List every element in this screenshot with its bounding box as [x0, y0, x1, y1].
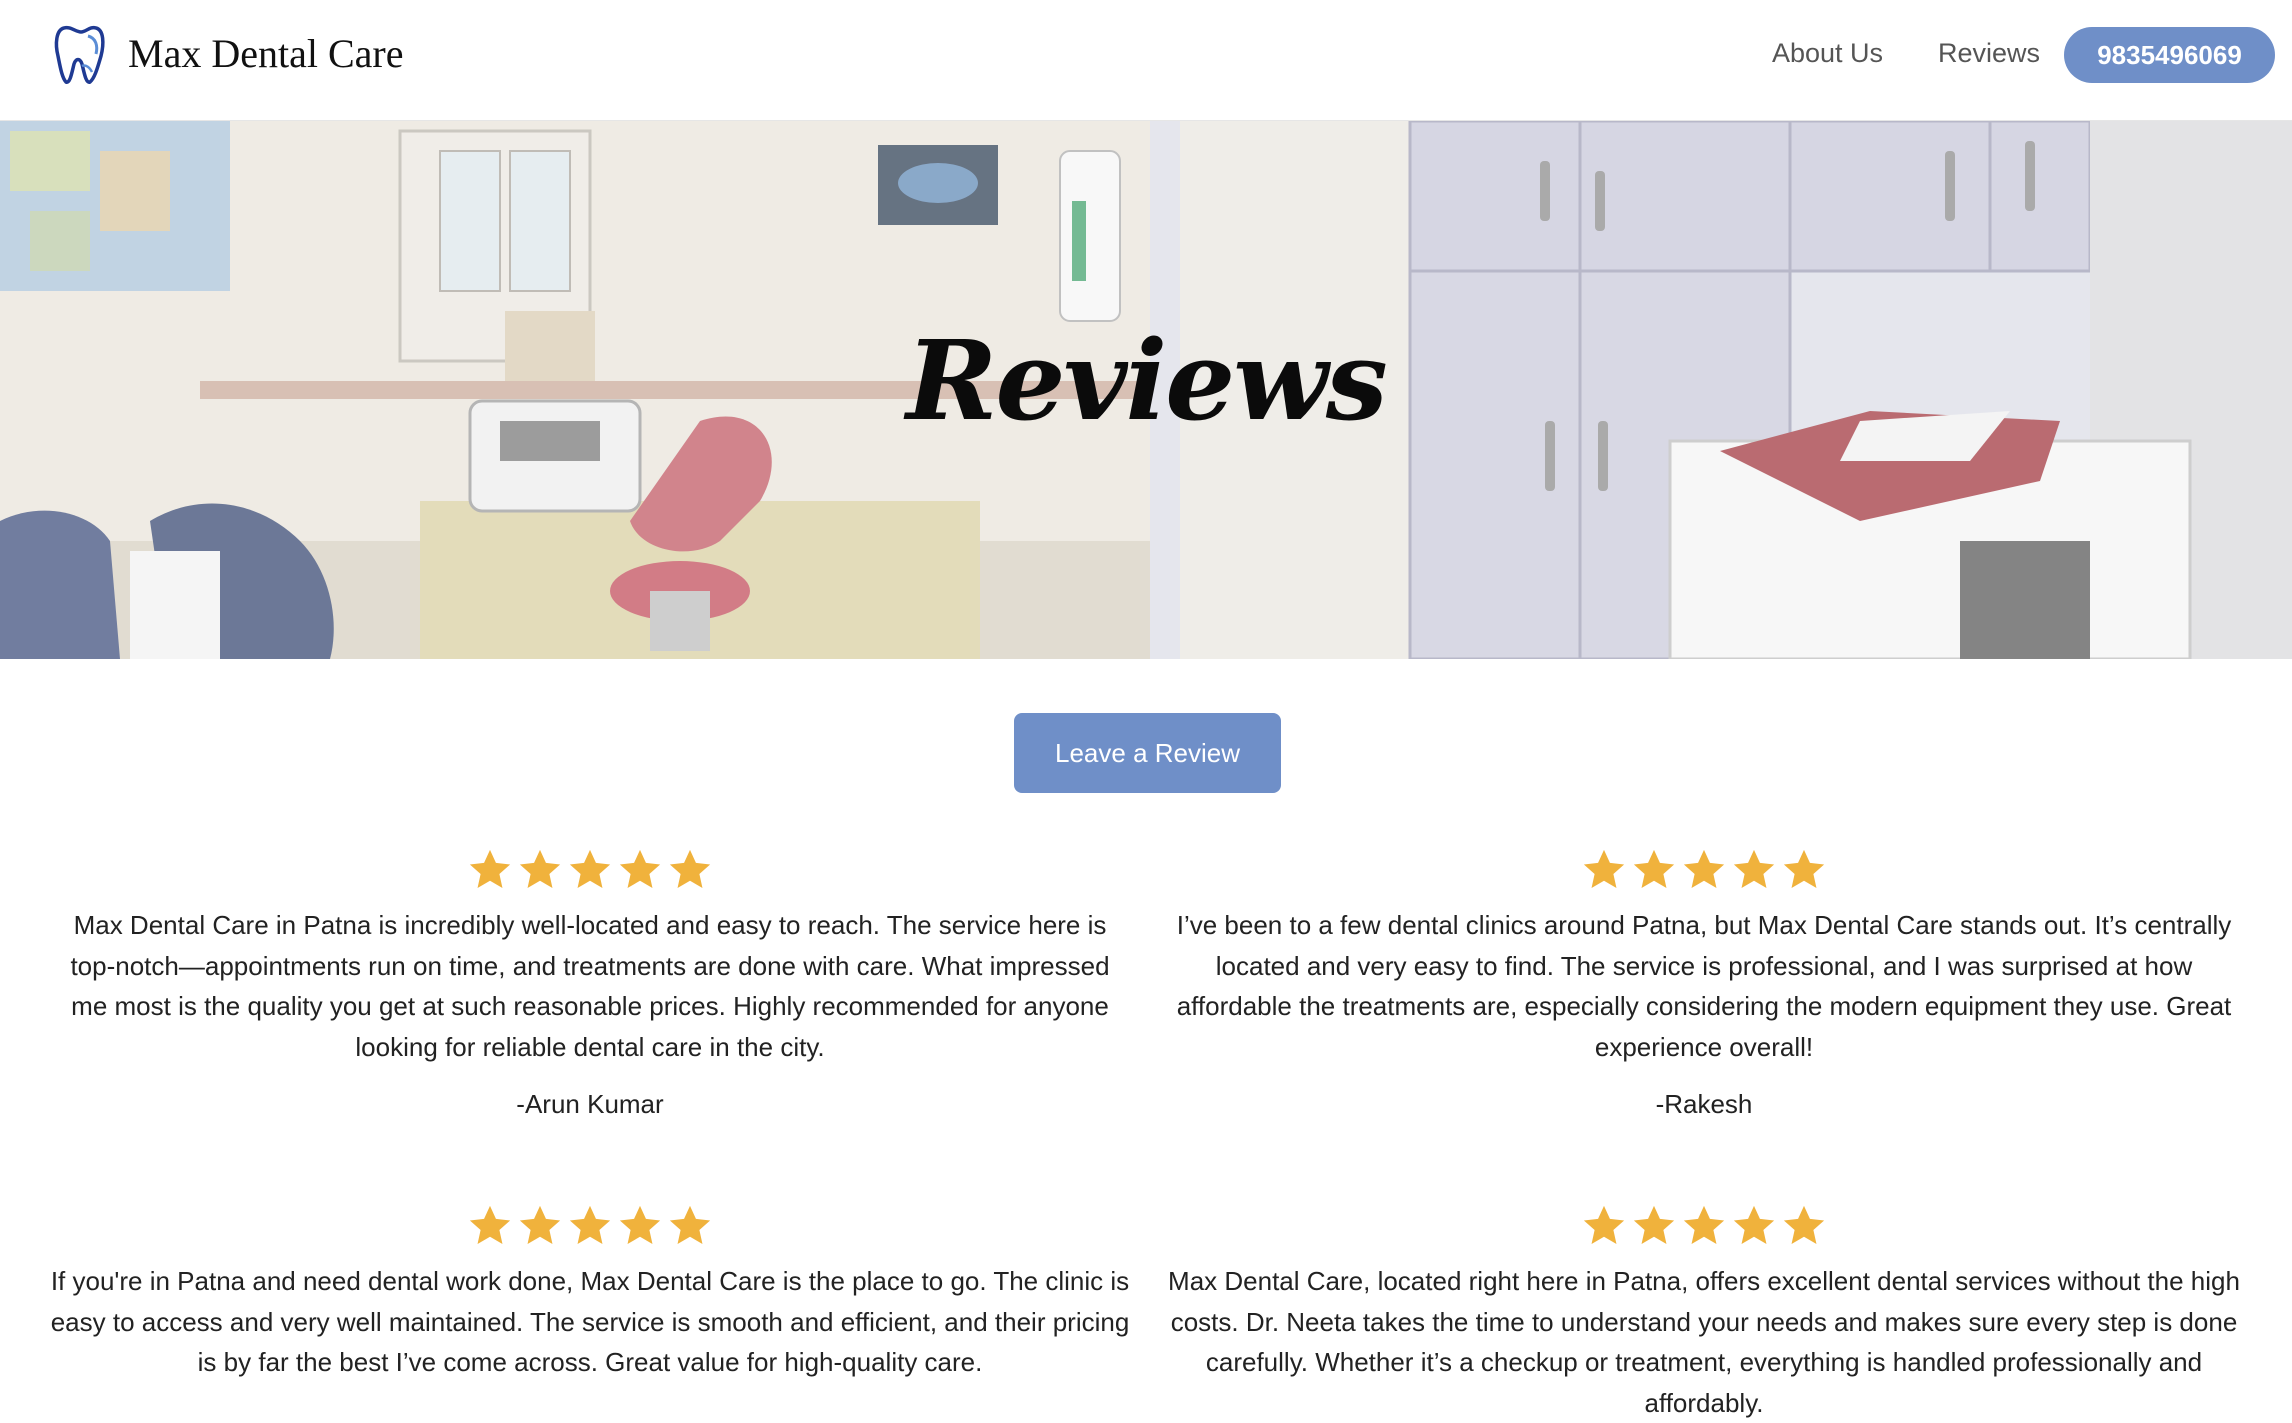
star-icon	[1783, 849, 1825, 889]
phone-button[interactable]: 9835496069	[2064, 27, 2275, 83]
review-card: If you're in Patna and need dental work …	[50, 1203, 1130, 1383]
star-icon	[569, 849, 611, 889]
review-text: I’ve been to a few dental clinics around…	[1176, 910, 2232, 1062]
star-icon	[1583, 849, 1625, 889]
star-icon	[1733, 849, 1775, 889]
hero-banner: Reviews	[0, 121, 2292, 659]
brand-name[interactable]: Max Dental Care	[128, 30, 403, 77]
star-icon	[569, 1205, 611, 1245]
site-header: Max Dental Care About Us Reviews 9835496…	[0, 0, 2292, 121]
star-rating	[50, 847, 1130, 897]
nav-about-us[interactable]: About Us	[1772, 38, 1883, 69]
star-icon	[619, 1205, 661, 1245]
star-icon	[669, 849, 711, 889]
review-author: -Arun Kumar	[516, 1089, 664, 1119]
star-icon	[1683, 1205, 1725, 1245]
star-rating	[1164, 847, 2244, 897]
nav-reviews[interactable]: Reviews	[1938, 38, 2040, 69]
tooth-icon[interactable]	[52, 22, 110, 86]
review-text: If you're in Patna and need dental work …	[50, 1266, 1130, 1377]
star-icon	[1683, 849, 1725, 889]
star-icon	[519, 849, 561, 889]
star-icon	[469, 1205, 511, 1245]
star-icon	[669, 1205, 711, 1245]
review-card: Max Dental Care in Patna is incredibly w…	[50, 847, 1130, 1120]
star-icon	[619, 849, 661, 889]
review-card: I’ve been to a few dental clinics around…	[1164, 847, 2244, 1120]
star-icon	[1783, 1205, 1825, 1245]
star-icon	[1733, 1205, 1775, 1245]
leave-review-button[interactable]: Leave a Review	[1014, 713, 1281, 793]
review-text: Max Dental Care in Patna is incredibly w…	[70, 910, 1110, 1062]
star-icon	[519, 1205, 561, 1245]
review-text: Max Dental Care, located right here in P…	[1168, 1266, 2240, 1418]
review-author: -Rakesh	[1655, 1089, 1753, 1119]
star-icon	[1583, 1205, 1625, 1245]
star-icon	[1633, 1205, 1675, 1245]
star-icon	[469, 849, 511, 889]
review-card: Max Dental Care, located right here in P…	[1164, 1203, 2244, 1423]
star-icon	[1633, 849, 1675, 889]
star-rating	[1164, 1203, 2244, 1253]
page-title: Reviews	[906, 316, 1388, 445]
star-rating	[50, 1203, 1130, 1253]
